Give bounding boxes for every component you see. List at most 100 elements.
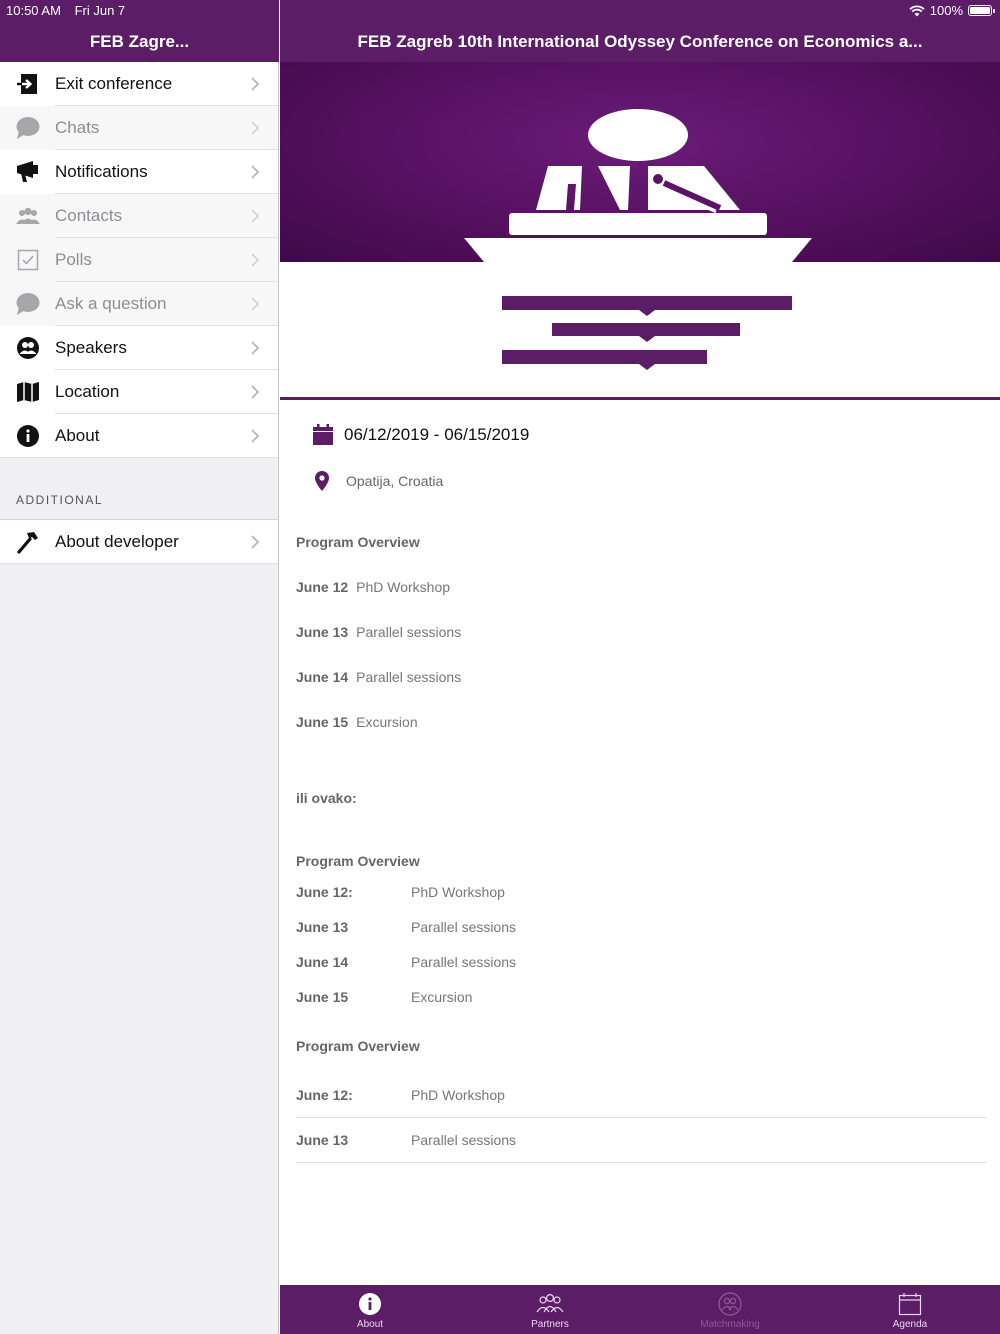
sidebar-item-notifications[interactable]: Notifications: [0, 150, 278, 194]
books-icon: [502, 296, 792, 370]
sidebar-item-speakers[interactable]: Speakers: [0, 326, 278, 370]
program-day: June 12:: [296, 884, 353, 900]
program-day: June 12: [296, 579, 349, 595]
sidebar-item-label: Contacts: [55, 206, 123, 225]
chevron-right-icon: [251, 297, 260, 311]
tab-label: About: [356, 1319, 384, 1330]
sidebar: Exit conference Chats Notifications Cont…: [0, 62, 279, 1334]
exit-icon: [14, 70, 42, 98]
map-pin-icon: [315, 471, 329, 491]
program-row: June 12 PhD Workshop: [296, 579, 450, 595]
row-divider: [296, 1162, 986, 1163]
info-icon: [14, 422, 42, 450]
sidebar-item-label: About: [55, 426, 100, 445]
chat-icon: [14, 114, 42, 142]
sidebar-item-label: About developer: [55, 532, 179, 551]
calendar-icon: [898, 1293, 922, 1316]
sidebar-item-label: Speakers: [55, 338, 127, 357]
sidebar-menu: Exit conference Chats Notifications Cont…: [0, 62, 278, 458]
status-date: Fri Jun 7: [74, 3, 126, 18]
program-event: Parallel sessions: [356, 669, 462, 685]
chevron-right-icon: [251, 429, 260, 443]
program-event: Parallel sessions: [356, 624, 462, 640]
matchmaking-icon: [718, 1292, 742, 1316]
partners-icon: [536, 1293, 564, 1313]
sidebar-item-label: Notifications: [55, 162, 148, 181]
program-day: June 14: [296, 954, 349, 970]
battery-icon: [968, 5, 995, 16]
section-header-additional: ADDITIONAL: [0, 458, 278, 519]
wifi-icon: [909, 4, 925, 16]
date-range: 06/12/2019 - 06/15/2019: [344, 425, 530, 444]
program-row: June 13 Parallel sessions: [296, 624, 461, 640]
speakers-icon: [14, 334, 42, 362]
location-row: Opatija, Croatia: [312, 470, 443, 492]
tab-bar: About Partners Matchmaking Agenda: [280, 1285, 1000, 1334]
tab-partners[interactable]: Partners: [460, 1285, 640, 1334]
chat-icon: [14, 290, 42, 318]
program-event: PhD Workshop: [411, 1087, 505, 1103]
program-day: June 15: [296, 714, 349, 730]
sidebar-item-label: Location: [55, 382, 120, 401]
banner-divider: [280, 397, 1000, 400]
battery-percent: 100%: [929, 3, 963, 18]
program-event: Excursion: [411, 989, 473, 1005]
program-row: June 14 Parallel sessions: [296, 669, 461, 685]
chevron-right-icon: [251, 385, 260, 399]
program-overview-title: Program Overview: [296, 1038, 420, 1054]
chevron-right-icon: [251, 341, 260, 355]
program-day: June 13: [296, 624, 349, 640]
date-row: 06/12/2019 - 06/15/2019: [312, 424, 529, 446]
sidebar-title: FEB Zagre...: [89, 32, 190, 51]
conference-logo-books: [280, 262, 1000, 397]
program-overview-title: Program Overview: [296, 534, 420, 550]
sidebar-item-label: Polls: [55, 250, 92, 269]
sidebar-item-ask-a-question[interactable]: Ask a question: [0, 282, 278, 326]
program-day: June 15: [296, 989, 349, 1005]
chevron-right-icon: [251, 253, 260, 267]
row-divider: [296, 1117, 986, 1118]
sidebar-item-contacts[interactable]: Contacts: [0, 194, 278, 238]
program-event: PhD Workshop: [356, 579, 451, 595]
chevron-right-icon: [251, 77, 260, 91]
sidebar-item-about-developer[interactable]: About developer: [0, 520, 278, 564]
program-day: June 14: [296, 669, 349, 685]
calendar-icon: [313, 424, 333, 445]
sidebar-item-label: Chats: [55, 118, 100, 137]
status-time: 10:50 AM: [6, 3, 61, 18]
tab-label: Agenda: [892, 1319, 928, 1330]
info-icon: [359, 1293, 381, 1315]
program-day: June 13: [296, 919, 349, 935]
checkbox-icon: [14, 246, 42, 274]
program-row: June 15 Excursion: [296, 714, 418, 730]
program-overview-title: Program Overview: [296, 853, 420, 869]
tab-agenda[interactable]: Agenda: [820, 1285, 1000, 1334]
conference-banner: [280, 62, 1000, 262]
program-event: Parallel sessions: [411, 954, 517, 970]
chevron-right-icon: [251, 209, 260, 223]
program-day: June 13: [296, 1132, 349, 1148]
sidebar-item-location[interactable]: Location: [0, 370, 278, 414]
program-day: June 12:: [296, 1087, 353, 1103]
speaker-podium-icon: [464, 109, 812, 262]
hammer-icon: [14, 528, 42, 556]
sidebar-item-polls[interactable]: Polls: [0, 238, 278, 282]
tab-about[interactable]: About: [280, 1285, 460, 1334]
tab-label: Matchmaking: [700, 1319, 760, 1330]
chevron-right-icon: [251, 535, 260, 549]
megaphone-icon: [14, 158, 42, 186]
sidebar-item-about[interactable]: About: [0, 414, 278, 458]
program-event: Parallel sessions: [411, 1132, 517, 1148]
sidebar-item-label: Ask a question: [55, 294, 167, 313]
tab-matchmaking[interactable]: Matchmaking: [640, 1285, 820, 1334]
sidebar-item-chats[interactable]: Chats: [0, 106, 278, 150]
status-bar: 10:50 AM Fri Jun 7 100%: [0, 0, 1000, 20]
chevron-right-icon: [251, 165, 260, 179]
chevron-right-icon: [251, 121, 260, 135]
tab-label: Partners: [531, 1319, 569, 1330]
page-title: FEB Zagreb 10th International Odyssey Co…: [357, 32, 923, 51]
contacts-icon: [14, 202, 42, 230]
main-content: 06/12/2019 - 06/15/2019 Opatija, Croatia…: [280, 62, 1000, 1285]
sidebar-item-exit-conference[interactable]: Exit conference: [0, 62, 278, 106]
program-event: PhD Workshop: [411, 884, 505, 900]
